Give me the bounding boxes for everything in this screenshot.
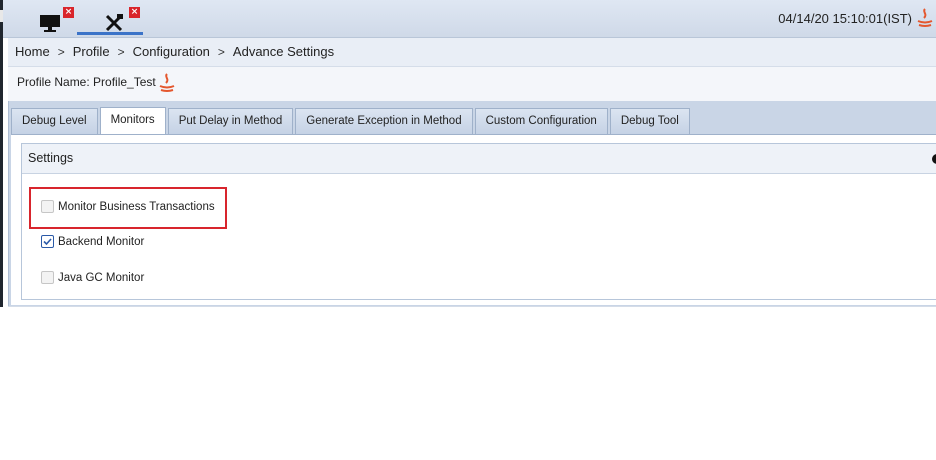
option-label: Java GC Monitor	[58, 271, 145, 284]
tab-debug-tool[interactable]: Debug Tool	[609, 108, 690, 134]
monitor-business-transactions-checkbox[interactable]	[41, 200, 54, 213]
settings-title: Settings	[28, 151, 74, 165]
datetime-label: 04/14/20 15:10:01(IST)	[778, 11, 912, 26]
settings-panel: Settings Monitor Business Transactions B…	[21, 143, 936, 300]
tab-monitors[interactable]: Monitors	[99, 107, 166, 135]
checkmark-icon	[43, 238, 52, 246]
tab-generate-exception-in-method[interactable]: Generate Exception in Method	[295, 108, 473, 134]
close-tab-icon[interactable]: ×	[129, 7, 140, 18]
option-label: Backend Monitor	[58, 235, 145, 248]
tab-strip: Debug Level Monitors Put Delay in Method…	[11, 107, 692, 135]
tab-panel: Settings Monitor Business Transactions B…	[11, 134, 936, 305]
java-icon[interactable]	[916, 8, 934, 28]
java-icon	[159, 73, 175, 92]
tab-tools[interactable]: ×	[77, 6, 143, 35]
profile-name-label: Profile Name: Profile_Test	[17, 75, 156, 89]
monitor-icon	[40, 15, 60, 32]
top-bar: × × 04/14/20 15:10:01(IST)	[3, 0, 936, 38]
option-monitor-business-transactions[interactable]: Monitor Business Transactions	[41, 200, 215, 213]
breadcrumb-advance-settings: Advance Settings	[232, 44, 335, 59]
profile-bar: Profile Name: Profile_Test	[8, 67, 936, 102]
breadcrumb-home[interactable]: Home	[15, 44, 50, 59]
option-backend-monitor[interactable]: Backend Monitor	[41, 235, 144, 248]
backend-monitor-checkbox[interactable]	[41, 235, 54, 248]
tab-monitor[interactable]: ×	[33, 6, 77, 34]
divider	[8, 306, 936, 307]
breadcrumb-separator: >	[57, 44, 65, 59]
content-area: Debug Level Monitors Put Delay in Method…	[8, 101, 936, 307]
option-java-gc-monitor[interactable]: Java GC Monitor	[41, 271, 144, 284]
tab-custom-configuration[interactable]: Custom Configuration	[474, 108, 608, 134]
tab-put-delay-in-method[interactable]: Put Delay in Method	[167, 108, 294, 134]
java-gc-monitor-checkbox[interactable]	[41, 271, 54, 284]
breadcrumb-profile[interactable]: Profile	[73, 44, 110, 59]
breadcrumb-separator: >	[117, 44, 125, 59]
breadcrumb-configuration[interactable]: Configuration	[133, 44, 210, 59]
close-tab-icon[interactable]: ×	[63, 7, 74, 18]
breadcrumb-separator: >	[217, 44, 225, 59]
left-edge	[0, 0, 3, 307]
tools-icon	[105, 14, 123, 32]
option-label: Monitor Business Transactions	[58, 200, 215, 213]
settings-header: Settings	[22, 144, 936, 174]
tab-debug-level[interactable]: Debug Level	[11, 108, 98, 134]
collapse-icon[interactable]	[932, 154, 936, 164]
breadcrumb: Home > Profile > Configuration > Advance…	[8, 38, 936, 67]
